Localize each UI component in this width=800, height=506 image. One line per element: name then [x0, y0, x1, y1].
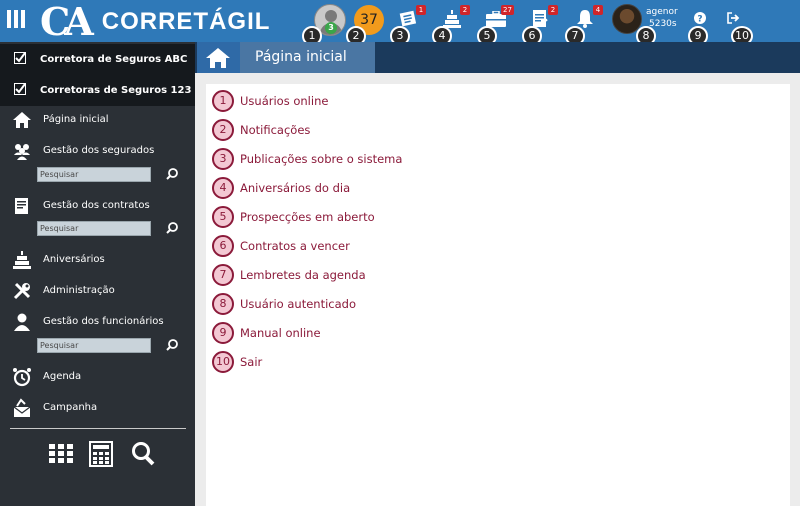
help-icon[interactable]: ?: [694, 12, 706, 24]
sidebar-item-contracts[interactable]: Gestão dos contratos: [0, 196, 195, 218]
company-label: Corretora de Seguros ABC: [40, 54, 188, 65]
checkbox-checked-icon: [14, 52, 26, 64]
search-icon[interactable]: [166, 339, 178, 351]
alarm-clock-icon: [13, 368, 31, 387]
checkbox-checked-icon: [14, 83, 26, 95]
home-icon: [13, 112, 31, 128]
home-icon: [206, 48, 230, 68]
legend-item-number: 8: [212, 293, 234, 315]
legend-item-number: 10: [212, 351, 234, 373]
legend-item-label: Contratos a vencer: [240, 239, 350, 253]
sidebar-item-admin[interactable]: Administração: [0, 281, 195, 303]
company-corretoras-123[interactable]: Corretoras de Seguros 123: [0, 75, 195, 106]
calculator-icon[interactable]: [88, 441, 114, 467]
logo-mark: CA: [40, 0, 94, 44]
insured-search-input[interactable]: Pesquisar: [37, 167, 151, 182]
svg-text:?: ?: [697, 15, 702, 25]
mail-campaign-icon: [13, 398, 31, 417]
legend-item-number: 4: [212, 177, 234, 199]
staff-search-input[interactable]: Pesquisar: [37, 338, 151, 353]
legend-item-number: 3: [212, 148, 234, 170]
company-label: Corretoras de Seguros 123: [40, 85, 192, 96]
legend-item-label: Manual online: [240, 326, 321, 340]
sidebar-item-label: Gestão dos segurados: [43, 145, 155, 156]
sidebar-item-agenda[interactable]: Agenda: [0, 367, 195, 389]
users-group-icon: [14, 144, 30, 160]
legend-item-label: Publicações sobre o sistema: [240, 152, 403, 166]
legend-item-number: 5: [212, 206, 234, 228]
sidebar-item-staff[interactable]: Gestão dos funcionários: [0, 312, 195, 334]
legend-item-number: 7: [212, 264, 234, 286]
sidebar-item-birthdays[interactable]: Aniversários: [0, 250, 195, 272]
legend-item-number: 1: [212, 90, 234, 112]
sidebar-item-label: Gestão dos funcionários: [43, 316, 164, 327]
app-logo[interactable]: CA CORRETÁGIL: [40, 0, 271, 44]
legend-item-label: Usuário autenticado: [240, 297, 356, 311]
contracts-search-input[interactable]: Pesquisar: [37, 221, 151, 236]
contracts-icon: [15, 198, 28, 214]
sidebar-item-insured[interactable]: Gestão dos segurados: [0, 141, 195, 163]
logout-icon[interactable]: [727, 12, 740, 24]
sidebar-item-label: Campanha: [43, 402, 98, 413]
home-tab[interactable]: [197, 42, 240, 73]
prospects-badge: 27: [501, 5, 514, 15]
legend-item-label: Sair: [240, 355, 263, 369]
legend-item-number: 6: [212, 235, 234, 257]
online-users-count: 3: [325, 22, 337, 34]
sidebar-item-label: Gestão dos contratos: [43, 200, 150, 211]
search-icon[interactable]: [166, 222, 178, 234]
birthdays-badge: 2: [460, 5, 470, 15]
legend-item-label: Notificações: [240, 123, 311, 137]
sidebar-item-campaign[interactable]: Campanha: [0, 398, 195, 420]
sidebar-item-label: Agenda: [43, 371, 82, 382]
user-icon: [14, 313, 30, 331]
legend-item-label: Prospecções em aberto: [240, 210, 375, 224]
sidebar-item-label: Página inicial: [43, 114, 109, 125]
reminders-badge: 4: [593, 5, 603, 15]
menu-toggle-button[interactable]: [6, 7, 28, 31]
page-title: Página inicial: [240, 42, 375, 73]
legend-item-number: 2: [212, 119, 234, 141]
user-name: agenor: [646, 7, 678, 17]
legend-item-label: Usuários online: [240, 94, 329, 108]
apps-grid-icon[interactable]: [48, 441, 74, 467]
search-icon[interactable]: [130, 441, 156, 467]
search-icon[interactable]: [166, 168, 178, 180]
sidebar-divider: [10, 428, 186, 429]
legend-item-label: Aniversários do dia: [240, 181, 351, 195]
legend-item-label: Lembretes da agenda: [240, 268, 366, 282]
news-badge: 1: [416, 5, 426, 15]
contracts-badge: 2: [548, 5, 558, 15]
content-panel: [206, 84, 790, 506]
sidebar-item-home[interactable]: Página inicial: [0, 110, 195, 132]
legend-item-number: 9: [212, 322, 234, 344]
sidebar-item-label: Administração: [43, 285, 115, 296]
sidebar-item-label: Aniversários: [43, 254, 105, 265]
birthday-cake-icon: [13, 251, 31, 269]
logo-text: CORRETÁGIL: [101, 8, 271, 35]
tools-icon: [13, 282, 31, 300]
company-corretora-abc[interactable]: Corretora de Seguros ABC: [0, 44, 195, 75]
